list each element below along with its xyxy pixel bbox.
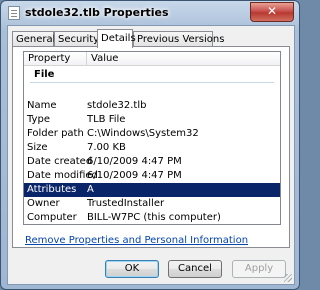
- tab-previous-versions[interactable]: Previous Versions: [133, 31, 224, 46]
- property-value: 6/10/2009 4:47 PM: [87, 156, 182, 167]
- list-item[interactable]: Type TLB File: [24, 113, 280, 127]
- property-value: 7.00 KB: [87, 142, 126, 153]
- tab-general[interactable]: General: [12, 31, 55, 46]
- ok-button[interactable]: OK: [105, 260, 159, 278]
- group-heading-file: File: [34, 69, 55, 80]
- property-value: stdole32.tlb: [87, 100, 147, 111]
- tab-details[interactable]: Details: [97, 29, 136, 48]
- property-value: A: [87, 184, 94, 195]
- list-item[interactable]: Owner TrustedInstaller: [24, 197, 280, 211]
- property-key: Size: [27, 142, 48, 153]
- property-value: 6/10/2009 4:47 PM: [87, 170, 182, 181]
- group-divider: [30, 82, 274, 83]
- property-key: Owner: [27, 198, 60, 209]
- property-key: Name: [27, 100, 57, 111]
- properties-list[interactable]: Property Value File Name stdole32.tlb Ty…: [23, 51, 281, 225]
- details-panel: Property Value File Name stdole32.tlb Ty…: [12, 46, 290, 248]
- file-icon: [8, 6, 20, 20]
- list-header: Property Value: [24, 52, 280, 66]
- property-key: Folder path: [27, 128, 84, 139]
- resize-grip[interactable]: [284, 274, 292, 282]
- property-key: Computer: [27, 212, 77, 223]
- property-key: Date created: [27, 156, 93, 167]
- close-button[interactable]: ✕: [250, 2, 294, 22]
- list-item-selected[interactable]: Attributes A: [24, 183, 280, 197]
- cancel-button[interactable]: Cancel: [168, 260, 222, 278]
- property-value: TLB File: [87, 114, 126, 125]
- apply-button[interactable]: Apply: [232, 260, 286, 278]
- property-key: Type: [27, 114, 50, 125]
- column-header-property[interactable]: Property: [24, 52, 87, 65]
- property-value: C:\Windows\System32: [87, 128, 199, 139]
- property-value: TrustedInstaller: [87, 198, 165, 209]
- property-value: BILL-W7PC (this computer): [87, 212, 221, 223]
- list-item[interactable]: Name stdole32.tlb: [24, 99, 280, 113]
- properties-window: stdole32.tlb Properties ✕ General Securi…: [0, 0, 300, 290]
- list-item[interactable]: Date created 6/10/2009 4:47 PM: [24, 155, 280, 169]
- title-bar[interactable]: stdole32.tlb Properties ✕: [1, 1, 299, 25]
- remove-properties-link[interactable]: Remove Properties and Personal Informati…: [25, 235, 248, 246]
- list-item[interactable]: Size 7.00 KB: [24, 141, 280, 155]
- list-item[interactable]: Folder path C:\Windows\System32: [24, 127, 280, 141]
- list-item[interactable]: Computer BILL-W7PC (this computer): [24, 211, 280, 224]
- dialog-body: General Security Details Previous Versio…: [7, 25, 295, 285]
- property-key: Attributes: [27, 184, 77, 195]
- window-title: stdole32.tlb Properties: [25, 6, 169, 19]
- list-item[interactable]: Date modified 6/10/2009 4:47 PM: [24, 169, 280, 183]
- column-header-value[interactable]: Value: [87, 52, 118, 65]
- tab-security[interactable]: Security: [54, 31, 99, 46]
